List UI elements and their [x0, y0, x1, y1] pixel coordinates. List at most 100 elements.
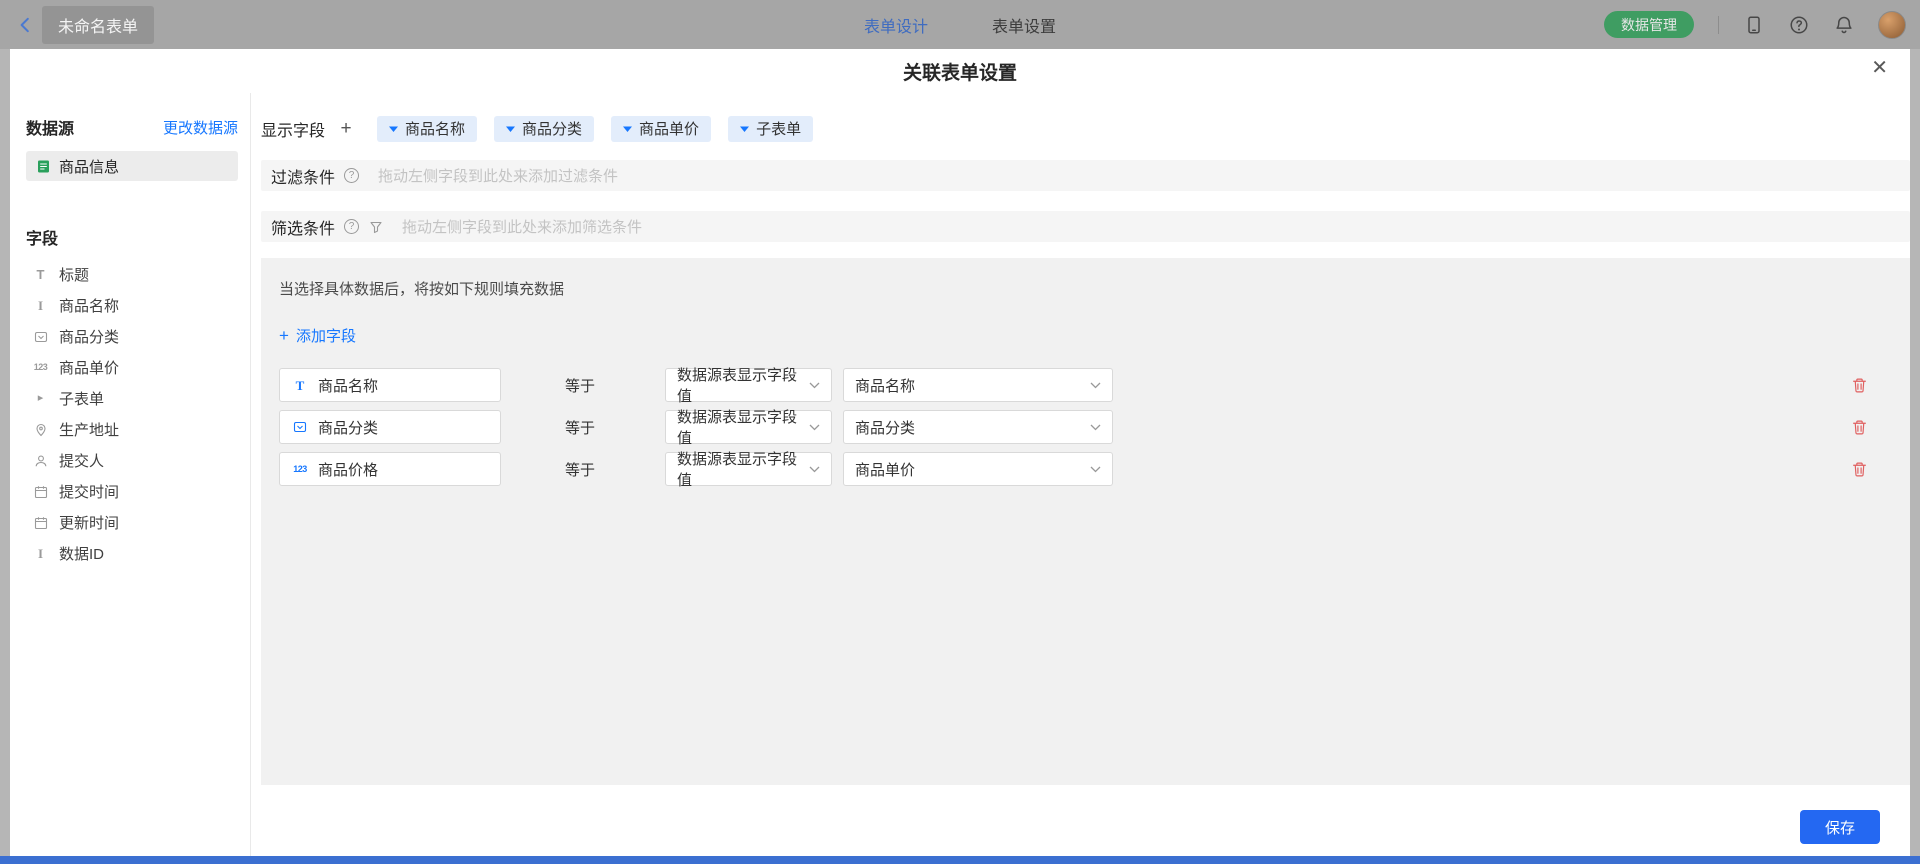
title-icon: T — [32, 268, 49, 281]
rule-source-value: 数据源表显示字段值 — [677, 448, 809, 490]
modal-footer: 保存 — [261, 785, 1910, 844]
field-list: T标题I商品名称商品分类123商品单价▸子表单生产地址提交人提交时间更新时间I数… — [26, 259, 238, 569]
display-field-chips: 商品名称 商品分类 商品单价 子表单 — [377, 116, 813, 142]
field-item[interactable]: 123商品单价 — [26, 352, 238, 383]
rule-value-select[interactable]: 商品名称 — [843, 368, 1113, 402]
avatar[interactable] — [1878, 11, 1906, 39]
number-icon: 123 — [291, 465, 309, 474]
display-fields-row: 显示字段 + 商品名称 商品分类 商品单价 子表单 — [261, 113, 1910, 144]
rule-field-input[interactable]: 商品分类 — [279, 410, 501, 444]
rule-value-select[interactable]: 商品单价 — [843, 452, 1113, 486]
rule-source-select[interactable]: 数据源表显示字段值 — [665, 368, 832, 402]
fill-rules-panel: 当选择具体数据后，将按如下规则填充数据 + 添加字段 T商品名称等于数据源表显示… — [261, 258, 1910, 785]
chip-label: 商品分类 — [522, 118, 582, 139]
rule-field-input[interactable]: 123 商品价格 — [279, 452, 501, 486]
topbar-actions: 数据管理 — [1604, 11, 1906, 39]
add-display-field-icon[interactable]: + — [335, 119, 357, 138]
rule-row: 商品分类等于数据源表显示字段值商品分类 — [279, 410, 1910, 444]
calendar-icon — [32, 516, 49, 530]
select-caret-icon — [1090, 466, 1101, 473]
notifications-icon[interactable] — [1833, 14, 1854, 35]
close-icon[interactable]: ✕ — [1871, 58, 1888, 78]
calendar-icon — [32, 485, 49, 499]
back-icon[interactable] — [14, 16, 36, 34]
data-manage-button[interactable]: 数据管理 — [1604, 11, 1694, 38]
rule-row: 123商品价格等于数据源表显示字段值商品单价 — [279, 452, 1910, 486]
topbar: 未命名表单 表单设计 表单设置 数据管理 — [0, 0, 1920, 49]
save-button[interactable]: 保存 — [1800, 810, 1880, 844]
add-field-button[interactable]: + 添加字段 — [279, 325, 356, 346]
rule-field-input[interactable]: T商品名称 — [279, 368, 501, 402]
rule-source-value: 数据源表显示字段值 — [677, 406, 809, 448]
display-fields-label: 显示字段 — [261, 117, 325, 141]
settings-content: 显示字段 + 商品名称商品分类商品单价子表单 过滤条件 ? 拖动左侧字段到此处来… — [251, 93, 1910, 856]
subform-icon: ▸ — [32, 393, 49, 404]
underlying-page-strip — [0, 856, 1920, 864]
field-item-label: 子表单 — [59, 388, 104, 409]
display-field-chip[interactable]: 商品单价 — [611, 116, 711, 142]
display-field-chip[interactable]: 商品分类 — [494, 116, 594, 142]
field-item[interactable]: ▸ 子表单 — [26, 383, 238, 414]
form-icon — [36, 159, 51, 174]
select-caret-icon — [1090, 382, 1101, 389]
field-item[interactable]: T标题 — [26, 259, 238, 290]
chip-label: 商品名称 — [405, 118, 465, 139]
field-item[interactable]: 提交人 — [26, 445, 238, 476]
help-icon[interactable]: ? — [344, 219, 359, 234]
screen-conditions-bar[interactable]: 筛选条件 ? 拖动左侧字段到此处来添加筛选条件 — [261, 211, 1910, 242]
mobile-preview-icon[interactable] — [1743, 14, 1764, 35]
text-icon: I — [32, 299, 49, 312]
field-item-label: 商品分类 — [59, 326, 119, 347]
filter-drop-placeholder: 拖动左侧字段到此处来添加过滤条件 — [378, 165, 618, 186]
chip-label: 商品单价 — [639, 118, 699, 139]
select-caret-icon — [809, 382, 820, 389]
chip-label: 子表单 — [756, 118, 801, 139]
tab-form-settings[interactable]: 表单设置 — [990, 7, 1058, 43]
filter-conditions-label: 过滤条件 — [271, 164, 335, 188]
tab-form-design[interactable]: 表单设计 — [862, 7, 930, 43]
field-item-label: 数据ID — [59, 543, 104, 564]
rule-source-select[interactable]: 数据源表显示字段值 — [665, 452, 832, 486]
fields-section-title: 字段 — [26, 225, 238, 249]
change-datasource-link[interactable]: 更改数据源 — [163, 117, 238, 138]
delete-rule-icon[interactable] — [1851, 461, 1868, 478]
rule-value: 商品单价 — [855, 459, 915, 480]
rule-row: T商品名称等于数据源表显示字段值商品名称 — [279, 368, 1910, 402]
modal-title: 关联表单设置 — [903, 58, 1017, 85]
field-item[interactable]: 提交时间 — [26, 476, 238, 507]
rule-field-name: 商品分类 — [318, 417, 378, 438]
fill-rules-hint: 当选择具体数据后，将按如下规则填充数据 — [279, 278, 1910, 299]
related-form-settings-modal: 关联表单设置 ✕ 数据源 更改数据源 商品信息 字段 T标题I商品名称商品分类1… — [10, 49, 1910, 856]
datasource-sidebar: 数据源 更改数据源 商品信息 字段 T标题I商品名称商品分类123商品单价▸子表… — [10, 93, 251, 856]
field-item[interactable]: 更新时间 — [26, 507, 238, 538]
field-item-label: 提交人 — [59, 450, 104, 471]
datasource-item[interactable]: 商品信息 — [26, 151, 238, 181]
help-icon[interactable]: ? — [344, 168, 359, 183]
display-field-chip[interactable]: 商品名称 — [377, 116, 477, 142]
filter-funnel-icon — [368, 220, 383, 234]
rule-value-select[interactable]: 商品分类 — [843, 410, 1113, 444]
field-item[interactable]: 商品分类 — [26, 321, 238, 352]
number-icon: 123 — [32, 363, 49, 372]
rule-source-select[interactable]: 数据源表显示字段值 — [665, 410, 832, 444]
divider — [1718, 16, 1719, 34]
plus-icon: + — [279, 327, 289, 344]
field-item[interactable]: I 数据ID — [26, 538, 238, 569]
filter-conditions-bar[interactable]: 过滤条件 ? 拖动左侧字段到此处来添加过滤条件 — [261, 160, 1910, 191]
user-icon — [32, 454, 49, 468]
text-t-icon: T — [291, 379, 309, 392]
help-icon[interactable] — [1788, 14, 1809, 35]
field-item[interactable]: 生产地址 — [26, 414, 238, 445]
id-icon: I — [32, 547, 49, 560]
select-caret-icon — [1090, 424, 1101, 431]
field-item[interactable]: I商品名称 — [26, 290, 238, 321]
chip-caret-icon — [623, 126, 632, 132]
rule-field-name: 商品价格 — [318, 459, 378, 480]
delete-rule-icon[interactable] — [1851, 419, 1868, 436]
display-field-chip[interactable]: 子表单 — [728, 116, 813, 142]
rule-source-value: 数据源表显示字段值 — [677, 364, 809, 406]
chip-caret-icon — [506, 126, 515, 132]
form-name[interactable]: 未命名表单 — [42, 6, 154, 44]
delete-rule-icon[interactable] — [1851, 377, 1868, 394]
select-caret-icon — [809, 424, 820, 431]
